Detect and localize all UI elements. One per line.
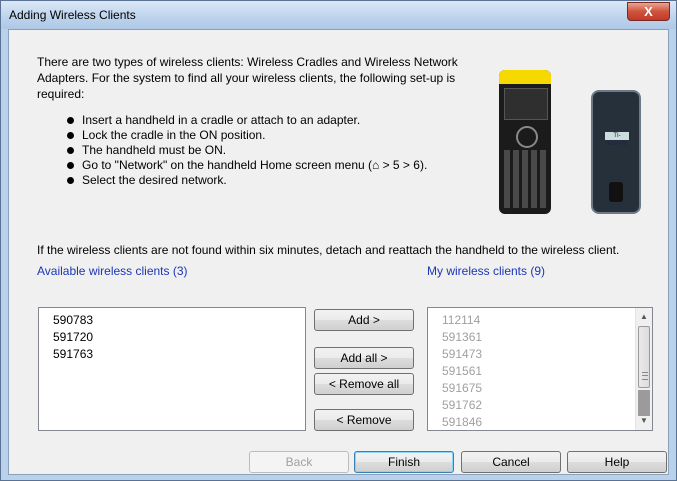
list-item[interactable]: 591675 xyxy=(428,380,652,397)
wireless-adapter-image: TI-NSPIRE xyxy=(591,90,641,214)
setup-steps-list: Insert a handheld in a cradle or attach … xyxy=(67,113,427,188)
list-item[interactable]: 591762 xyxy=(428,397,652,414)
setup-step: The handheld must be ON. xyxy=(67,143,427,158)
cancel-button[interactable]: Cancel xyxy=(461,451,561,473)
back-button[interactable]: Back xyxy=(249,451,349,473)
available-clients-list[interactable]: 590783 591720 591763 xyxy=(38,307,306,431)
add-all-button[interactable]: Add all > xyxy=(314,347,414,369)
setup-step: Insert a handheld in a cradle or attach … xyxy=(67,113,427,128)
setup-step: Go to "Network" on the handheld Home scr… xyxy=(67,158,427,173)
scroll-down-arrow-icon[interactable]: ▼ xyxy=(636,413,652,429)
remove-all-button[interactable]: < Remove all xyxy=(314,373,414,395)
add-button[interactable]: Add > xyxy=(314,309,414,331)
scroll-up-arrow-icon[interactable]: ▲ xyxy=(636,309,652,325)
list-item[interactable]: 591473 xyxy=(428,346,652,363)
window-title: Adding Wireless Clients xyxy=(9,8,136,22)
dialog-window: Adding Wireless Clients X There are two … xyxy=(0,0,677,481)
list-item[interactable]: 591846 xyxy=(428,414,652,430)
my-clients-label: My wireless clients (9) xyxy=(427,264,546,278)
timeout-note: If the wireless clients are not found wi… xyxy=(37,243,620,257)
list-item[interactable]: 591361 xyxy=(428,329,652,346)
setup-step: Select the desired network. xyxy=(67,173,427,188)
list-item[interactable]: 591720 xyxy=(39,329,305,346)
list-item[interactable]: 591561 xyxy=(428,363,652,380)
scroll-thumb[interactable] xyxy=(638,326,650,388)
available-clients-label: Available wireless clients (3) xyxy=(37,264,188,278)
help-button[interactable]: Help xyxy=(567,451,667,473)
close-button[interactable]: X xyxy=(627,2,670,21)
scroll-grip-icon xyxy=(642,372,648,380)
title-bar[interactable]: Adding Wireless Clients X xyxy=(1,1,676,29)
list-item[interactable]: 591763 xyxy=(39,346,305,363)
list-item[interactable]: 112114 xyxy=(428,312,652,329)
my-clients-list[interactable]: 112114 591361 591473 591561 591675 59176… xyxy=(427,307,653,431)
handheld-image xyxy=(499,70,551,214)
my-clients-scrollbar[interactable]: ▲ ▼ xyxy=(635,308,652,430)
remove-button[interactable]: < Remove xyxy=(314,409,414,431)
setup-step: Lock the cradle in the ON position. xyxy=(67,128,427,143)
dialog-content: There are two types of wireless clients:… xyxy=(8,29,669,475)
intro-text: There are two types of wireless clients:… xyxy=(37,55,458,101)
list-item[interactable]: 590783 xyxy=(39,312,305,329)
finish-button[interactable]: Finish xyxy=(354,451,454,473)
device-logo: TI-NSPIRE xyxy=(605,132,629,147)
